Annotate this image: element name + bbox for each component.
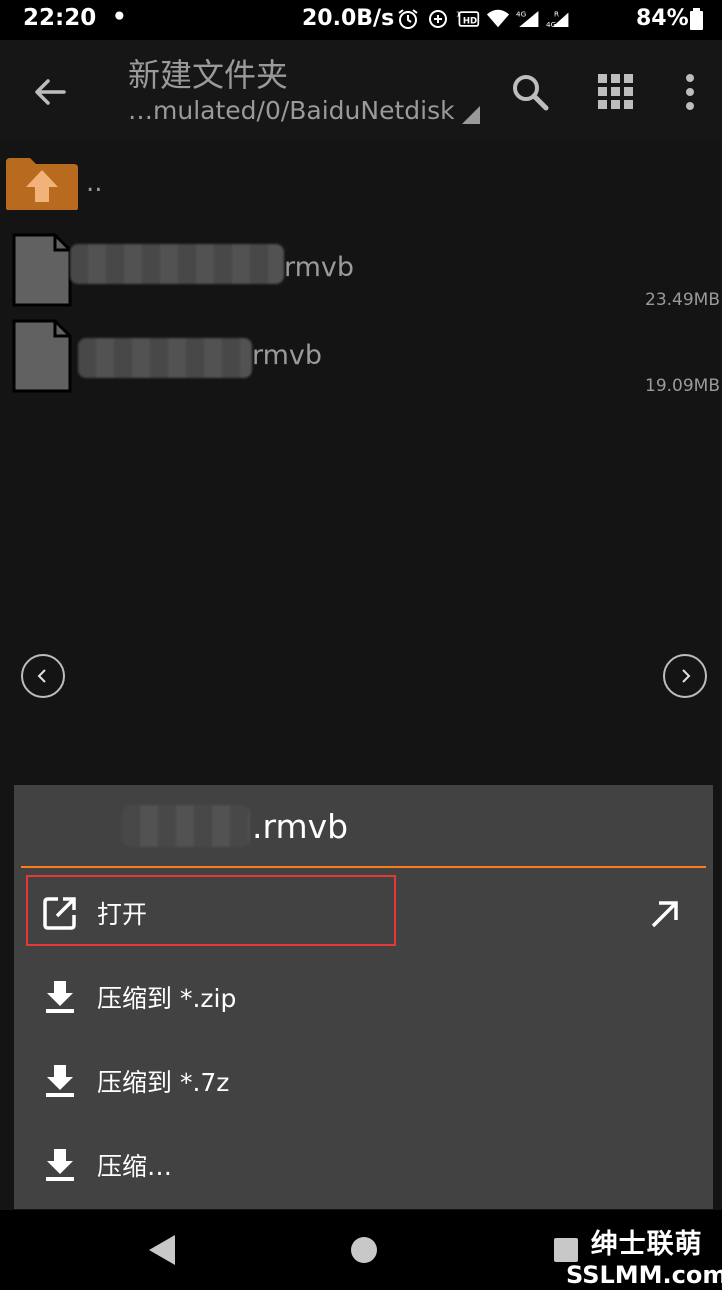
menu-item-label: 压缩到 *.zip (97, 984, 237, 1013)
blurred-dialog-filename (122, 805, 250, 847)
status-bar: 22:20 • 20.0B/s HD 1 4G 4G R 84% (0, 0, 722, 40)
file-name-suffix: rmvb (252, 340, 323, 371)
svg-text:1: 1 (456, 10, 460, 18)
download-icon (46, 1065, 74, 1097)
overflow-menu-button[interactable] (668, 70, 712, 114)
file-icon (12, 233, 72, 307)
data-saver-icon (426, 7, 450, 31)
file-name-suffix: rmvb (284, 252, 355, 283)
svg-text:HD: HD (463, 16, 477, 26)
signal-4g-icon: 4G (516, 7, 540, 31)
watermark: 绅士联萌 SSLMM.com (566, 1222, 722, 1289)
search-icon (513, 75, 549, 111)
menu-item-label: 压缩到 *.7z (97, 1068, 230, 1097)
screen: 22:20 • 20.0B/s HD 1 4G 4G R 84% 新建文件夹 …… (0, 0, 722, 1290)
folder-up-icon (6, 158, 78, 210)
battery-icon (690, 8, 703, 30)
search-button[interactable] (508, 70, 552, 114)
hd-icon: HD 1 (456, 7, 480, 31)
back-arrow-icon[interactable] (28, 70, 72, 114)
more-vert-icon (686, 74, 694, 110)
caret-down-icon[interactable] (460, 104, 480, 124)
menu-item-open[interactable]: 打开 (14, 873, 713, 953)
chevron-left-icon (37, 669, 46, 683)
menu-item-label: 打开 (97, 900, 148, 929)
battery-percent: 84% (636, 6, 689, 31)
file-icon (12, 319, 72, 393)
download-icon (46, 981, 74, 1013)
app-bar: 新建文件夹 …mulated/0/BaiduNetdisk (0, 40, 722, 140)
grid-icon (598, 74, 633, 109)
file-size: 23.49MB (645, 290, 720, 310)
file-size: 19.09MB (645, 376, 720, 396)
chevron-right-icon (682, 669, 691, 683)
file-row[interactable]: rmvb 23.49MB (0, 232, 722, 318)
file-row[interactable]: rmvb 19.09MB (0, 318, 722, 404)
notification-dot: • (112, 4, 127, 30)
arrow-up-right-icon[interactable] (648, 897, 682, 931)
next-page-button[interactable] (663, 654, 707, 698)
menu-item-label: 压缩… (97, 1152, 173, 1181)
watermark-line1: 绅士联萌 (590, 1229, 703, 1260)
open-external-icon (43, 897, 76, 930)
alarm-icon (396, 7, 420, 31)
nav-home-button[interactable] (351, 1237, 377, 1263)
view-grid-button[interactable] (594, 70, 638, 114)
wifi-icon (486, 7, 510, 31)
path-dropdown[interactable]: …mulated/0/BaiduNetdisk (128, 96, 455, 125)
svg-text:R: R (554, 10, 559, 19)
blurred-filename (70, 244, 284, 284)
network-speed: 20.0B/s (302, 6, 395, 31)
svg-text:4G: 4G (516, 10, 526, 19)
signal-4g-roaming-icon: 4G R (546, 7, 570, 31)
parent-folder-label: .. (86, 168, 103, 198)
menu-item-compress-zip[interactable]: 压缩到 *.zip (14, 957, 713, 1037)
download-icon (46, 1149, 74, 1181)
parent-folder-row[interactable]: .. (0, 150, 722, 220)
dialog-title: .rmvb (252, 807, 349, 846)
page-title: 新建文件夹 (128, 56, 289, 94)
dialog-divider (21, 866, 706, 868)
svg-text:4G: 4G (546, 20, 556, 29)
watermark-line2: SSLMM.com (566, 1261, 722, 1289)
menu-item-compress-7z[interactable]: 压缩到 *.7z (14, 1041, 713, 1121)
previous-page-button[interactable] (21, 654, 65, 698)
blurred-filename (78, 338, 252, 378)
status-time: 22:20 (23, 5, 97, 31)
nav-back-icon[interactable] (145, 1232, 179, 1268)
menu-item-compress[interactable]: 压缩… (14, 1125, 713, 1205)
file-action-dialog: .rmvb 打开 压缩到 *.zip 压缩到 *.7z 压缩… (14, 785, 713, 1209)
